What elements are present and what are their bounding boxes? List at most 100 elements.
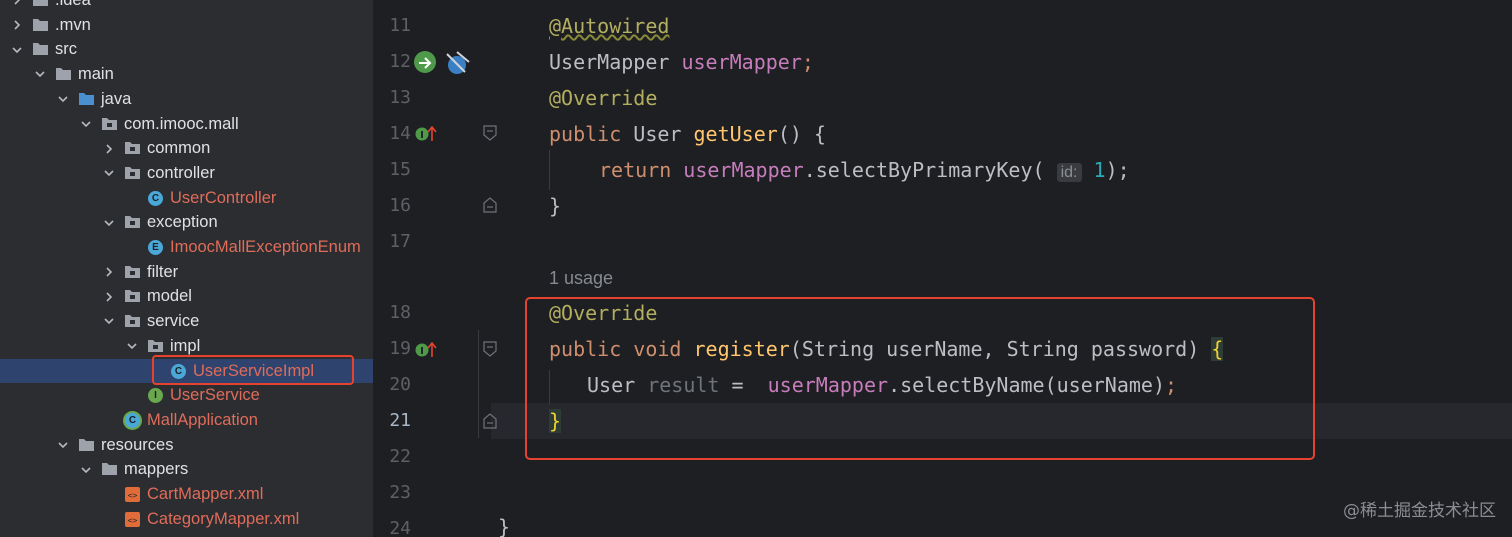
- tree-item-filter[interactable]: filter: [0, 260, 373, 285]
- chevron-right-icon[interactable]: [10, 13, 24, 38]
- editor-gutter: 11 12 13 14 15 16 17 18 19 20 21 22 23 24 I I: [373, 0, 497, 537]
- code-line-12: UserMapper userMapper;: [549, 50, 814, 74]
- chevron-down-icon[interactable]: [10, 37, 24, 62]
- tree-item-userservice[interactable]: I UserService: [0, 383, 373, 408]
- field-usermapper: userMapper: [681, 50, 802, 74]
- chevron-down-icon[interactable]: [125, 334, 139, 359]
- tree-item-categorymapper-xml[interactable]: <> CategoryMapper.xml: [0, 507, 373, 532]
- tree-item-main[interactable]: main: [0, 62, 373, 87]
- tree-item-label: impl: [170, 336, 201, 355]
- code-line-24: }: [498, 515, 510, 537]
- indent-guide: [549, 150, 550, 190]
- chevron-right-icon[interactable]: [102, 136, 116, 161]
- tree-item-label: common: [147, 139, 211, 158]
- package-icon: [147, 338, 164, 355]
- annotation-override: @Override: [549, 86, 658, 110]
- tree-item-usercontroller[interactable]: C UserController: [0, 186, 373, 211]
- tree-item-com-imooc-mall[interactable]: com.imooc.mall: [0, 112, 373, 137]
- tree-item-label: CartMapper.xml: [147, 485, 264, 503]
- type-user: User: [633, 122, 682, 146]
- code-line-11: @Autowired: [549, 14, 669, 38]
- code-line-16: }: [549, 194, 561, 218]
- code-line-14: public User getUser() {: [549, 122, 826, 146]
- xml-file-icon: <>: [124, 511, 141, 528]
- tree-item-controller[interactable]: controller: [0, 161, 373, 186]
- tree-item--mvn[interactable]: .mvn: [0, 13, 373, 38]
- tree-item-label: filter: [147, 262, 179, 281]
- package-icon: [124, 140, 141, 157]
- chevron-right-icon[interactable]: [102, 260, 116, 285]
- usage-hint[interactable]: 1 usage: [549, 268, 613, 288]
- fold-marker-icon[interactable]: [483, 197, 497, 213]
- class-icon: C: [147, 190, 164, 207]
- tree-item-label: resources: [101, 435, 174, 454]
- closing-brace: }: [549, 194, 562, 218]
- annotation-autowired: @Autowired: [549, 14, 670, 38]
- field-usermapper: userMapper: [683, 158, 804, 182]
- package-icon: [124, 214, 141, 231]
- implements-method-icon[interactable]: I: [415, 125, 439, 147]
- tree-item-model[interactable]: model: [0, 284, 373, 309]
- chevron-down-icon[interactable]: [102, 309, 116, 334]
- xml-file-icon: <>: [124, 486, 141, 503]
- usages-inlay[interactable]: 1 usage: [549, 266, 613, 290]
- tree-item--idea[interactable]: .idea: [0, 0, 373, 13]
- line-number-21: 21: [389, 410, 411, 431]
- line-number-23: 23: [389, 482, 411, 503]
- implements-method-icon[interactable]: I: [415, 341, 439, 363]
- chevron-down-icon[interactable]: [79, 112, 93, 137]
- keyword-public: public: [549, 122, 622, 146]
- chevron-down-icon[interactable]: [56, 433, 70, 458]
- code-line-13: @Override: [549, 86, 657, 110]
- tree-item-label: ImoocMallExceptionEnum: [170, 238, 361, 256]
- tree-item-label: com.imooc.mall: [124, 114, 239, 133]
- folder-icon: [101, 461, 118, 478]
- fold-marker-icon[interactable]: [483, 413, 497, 429]
- tree-item-service[interactable]: service: [0, 309, 373, 334]
- line-number-14: 14: [389, 123, 411, 144]
- spring-bean-navigate-icon[interactable]: [413, 48, 473, 80]
- package-icon: [124, 165, 141, 182]
- chevron-down-icon[interactable]: [102, 161, 116, 186]
- tree-item-cartmapper-xml[interactable]: <> CartMapper.xml: [0, 482, 373, 507]
- tree-item-label: java: [101, 89, 132, 108]
- tree-item-label: .idea: [55, 0, 91, 9]
- folder-icon: [32, 0, 49, 9]
- tree-item-mallapplication[interactable]: C MallApplication: [0, 408, 373, 433]
- package-icon: [101, 116, 118, 133]
- chevron-down-icon[interactable]: [79, 457, 93, 482]
- tree-item-label: UserController: [170, 188, 277, 207]
- tree-item-src[interactable]: src: [0, 37, 373, 62]
- tree-item-label: .mvn: [55, 15, 91, 34]
- fold-marker-icon[interactable]: [483, 125, 497, 141]
- tree-item-mappers[interactable]: mappers: [0, 457, 373, 482]
- parameter-hint: id:: [1056, 163, 1082, 182]
- keyword-return: return: [599, 158, 672, 182]
- call-end: );: [1105, 158, 1130, 182]
- watermark: @稀土掘金技术社区: [1343, 501, 1496, 521]
- chevron-right-icon[interactable]: [102, 284, 116, 309]
- tree-item-common[interactable]: common: [0, 136, 373, 161]
- chevron-down-icon[interactable]: [33, 62, 47, 87]
- folder-icon: [32, 41, 49, 58]
- selected-file-annotation-box: [152, 355, 354, 385]
- svg-text:<>: <>: [128, 491, 138, 500]
- tree-item-java[interactable]: java: [0, 87, 373, 112]
- line-number-15: 15: [389, 159, 411, 180]
- line-number-22: 22: [389, 446, 411, 467]
- tree-item-exception[interactable]: exception: [0, 210, 373, 235]
- chevron-right-icon[interactable]: [10, 0, 24, 13]
- chevron-down-icon[interactable]: [56, 87, 70, 112]
- method-getuser: getUser: [693, 122, 778, 146]
- line-number-18: 18: [389, 302, 411, 323]
- code-editor[interactable]: 11 12 13 14 15 16 17 18 19 20 21 22 23 24 I I @Autowire…: [373, 0, 1512, 537]
- fold-marker-icon[interactable]: [483, 341, 497, 357]
- tree-item-imoocmallexceptionenum[interactable]: E ImoocMallExceptionEnum: [0, 235, 373, 260]
- tree-item-label: MallApplication: [147, 410, 258, 429]
- tree-item-resources[interactable]: resources: [0, 433, 373, 458]
- svg-text:I: I: [420, 346, 424, 357]
- tree-item-label: model: [147, 287, 192, 306]
- folder-icon: [55, 66, 72, 83]
- chevron-down-icon[interactable]: [102, 210, 116, 235]
- semicolon: ;: [801, 50, 814, 74]
